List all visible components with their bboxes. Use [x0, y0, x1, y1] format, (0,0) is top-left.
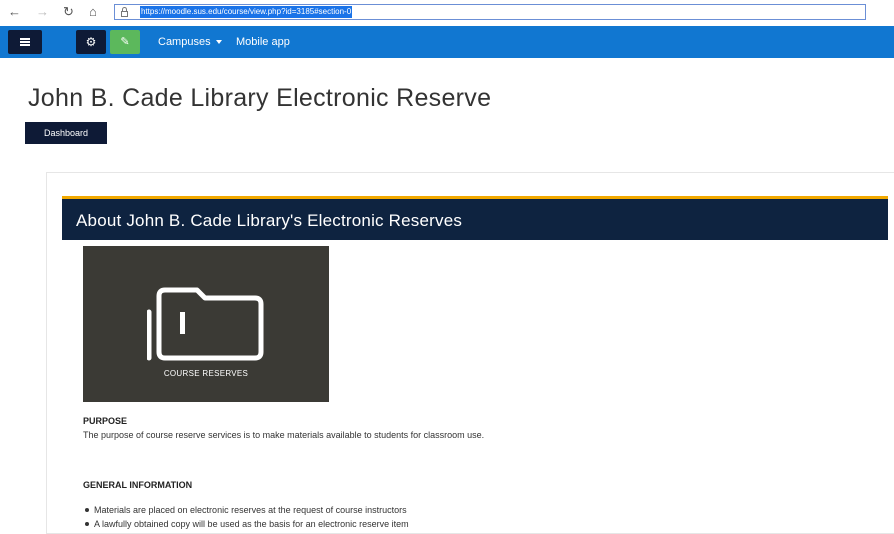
menu-toggle-button[interactable] — [8, 30, 42, 54]
edit-icon: ✎ — [120, 36, 130, 48]
hamburger-icon — [20, 38, 30, 46]
course-reserves-image: COURSE RESERVES — [83, 246, 329, 402]
folder-icon — [147, 287, 264, 361]
list-item: A lawfully obtained copy will be used as… — [83, 517, 409, 531]
dashboard-button[interactable]: Dashboard — [25, 122, 107, 144]
general-info-heading: GENERAL INFORMATION — [83, 480, 193, 490]
edit-mode-button[interactable]: ✎ — [110, 30, 140, 54]
home-icon[interactable]: ⌂ — [89, 4, 97, 20]
campuses-menu[interactable]: Campuses — [158, 26, 222, 58]
address-bar[interactable]: https://moodle.sus.edu/course/view.php?i… — [114, 4, 866, 20]
image-caption: COURSE RESERVES — [163, 369, 249, 378]
purpose-heading: PURPOSE — [83, 416, 128, 426]
caret-down-icon — [215, 40, 222, 45]
forward-arrow-icon[interactable]: → — [36, 4, 49, 20]
mobile-app-label: Mobile app — [236, 36, 290, 48]
purpose-text: The purpose of course reserve services i… — [83, 430, 485, 440]
campuses-label: Campuses — [158, 36, 211, 48]
browser-toolbar: ← → ↻ ⌂ https://moodle.sus.edu/course/vi… — [0, 0, 894, 24]
settings-button[interactable]: ⚙ — [76, 30, 106, 54]
gear-icon: ⚙ — [85, 35, 97, 49]
mobile-app-link[interactable]: Mobile app — [236, 26, 290, 58]
general-info-list: Materials are placed on electronic reser… — [83, 503, 409, 531]
page-title: John B. Cade Library Electronic Reserve — [28, 84, 492, 112]
url-text[interactable]: https://moodle.sus.edu/course/view.php?i… — [140, 6, 353, 18]
reload-icon[interactable]: ↻ — [63, 4, 74, 20]
section-title: About John B. Cade Library's Electronic … — [76, 211, 463, 230]
site-navbar: ⚙ ✎ Campuses Mobile app — [0, 26, 894, 58]
lock-icon — [121, 7, 128, 17]
list-item: Materials are placed on electronic reser… — [83, 503, 409, 517]
back-arrow-icon[interactable]: ← — [8, 4, 21, 20]
section-header: About John B. Cade Library's Electronic … — [62, 196, 888, 240]
